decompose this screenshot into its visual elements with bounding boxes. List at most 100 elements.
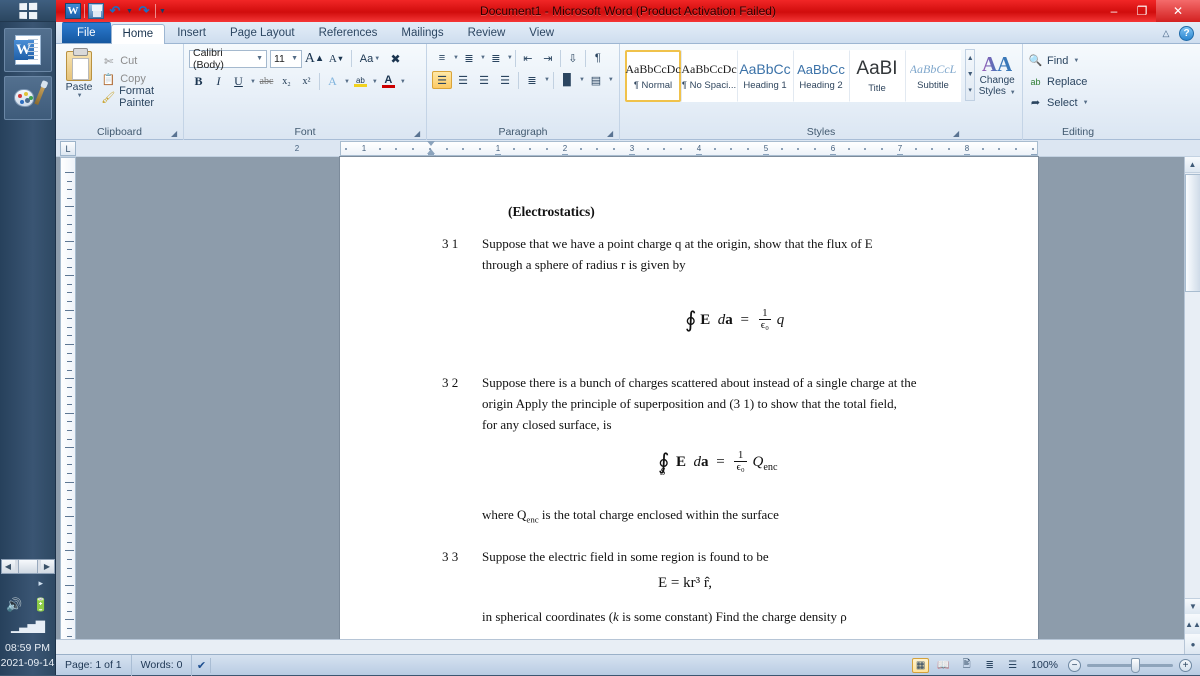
chevron-down-icon[interactable]: ▼	[507, 55, 513, 61]
chevron-down-icon[interactable]: ▼	[400, 79, 406, 85]
draft-view-button[interactable]: ☰	[1004, 658, 1021, 673]
chevron-down-icon[interactable]: ▼	[374, 56, 380, 62]
chevron-down-icon[interactable]: ▼	[1073, 58, 1079, 64]
styles-scroll-up-icon[interactable]: ▲	[966, 51, 974, 67]
document-body[interactable]: (Electrostatics) 3 1 Suppose that we hav…	[340, 157, 1038, 654]
scroll-down-icon[interactable]: ▼	[1185, 598, 1200, 614]
numbering-button[interactable]: ≣	[459, 49, 479, 67]
clear-formatting-button[interactable]: ✖	[386, 49, 405, 68]
tab-home[interactable]: Home	[110, 24, 166, 44]
redo-icon[interactable]: ↷	[136, 3, 152, 19]
clipboard-dialog-launcher[interactable]: ◢	[171, 129, 180, 138]
styles-scrollbar[interactable]: ▲ ▼ ▾	[965, 49, 976, 101]
shrink-font-button[interactable]: A ▼	[327, 49, 346, 68]
paste-button[interactable]: Paste ▼	[61, 48, 97, 106]
text-effects-button[interactable]: A	[323, 72, 342, 91]
taskbar-item-word[interactable]: W	[3, 28, 52, 72]
ruler-tab-stop[interactable]	[763, 154, 769, 155]
ruler-tab-stop[interactable]	[495, 154, 501, 155]
close-button[interactable]: ✕	[1156, 0, 1200, 22]
hanging-indent-marker[interactable]	[427, 149, 435, 154]
web-layout-view-button[interactable]: 🖹	[958, 658, 975, 673]
style-subtitle[interactable]: AaBbCcL Subtitle	[905, 50, 961, 102]
styles-scroll-down-icon[interactable]: ▼	[966, 67, 974, 83]
strikethrough-button[interactable]: abc	[257, 72, 276, 91]
taskbar-item-paint[interactable]	[3, 76, 52, 120]
chevron-down-icon[interactable]: ▼	[1083, 100, 1089, 106]
full-screen-reading-view-button[interactable]: 📖	[935, 658, 952, 673]
chevron-down-icon[interactable]: ▼	[256, 55, 266, 62]
highlight-button[interactable]: ab	[351, 72, 370, 91]
chevron-down-icon[interactable]: ▼	[291, 55, 301, 62]
zoom-out-button[interactable]: −	[1068, 658, 1081, 672]
word-app-icon[interactable]: W	[65, 3, 81, 19]
ruler-tab-stop[interactable]	[629, 154, 635, 155]
subscript-button[interactable]: x₂	[277, 72, 296, 91]
indent-markers[interactable]	[427, 141, 436, 158]
change-styles-button[interactable]: AA Change Styles ▼	[977, 49, 1017, 99]
align-left-button[interactable]: ☰	[432, 71, 452, 89]
ruler-tab-stop[interactable]	[562, 154, 568, 155]
help-icon[interactable]: ?	[1179, 26, 1194, 41]
chevron-down-icon[interactable]: ▼	[344, 79, 350, 85]
zoom-slider-thumb[interactable]	[1131, 657, 1140, 673]
bullets-button[interactable]: ≡	[432, 49, 452, 67]
font-name-combobox[interactable]: Calibri (Body) ▼	[189, 47, 267, 71]
scroll-thumb[interactable]	[1185, 174, 1200, 292]
scroll-left-icon[interactable]: ◀	[1, 560, 15, 573]
print-layout-view-button[interactable]: ▦	[912, 657, 930, 673]
select-browse-object-icon[interactable]: ●	[1185, 634, 1200, 654]
tab-page-layout[interactable]: Page Layout	[218, 23, 307, 43]
decrease-indent-button[interactable]: ⇤	[518, 49, 538, 67]
borders-button[interactable]: ▤	[586, 71, 606, 89]
customize-qat-icon[interactable]: ▼	[159, 8, 166, 15]
vertical-ruler[interactable]	[60, 157, 76, 654]
minimize-button[interactable]: –	[1100, 0, 1128, 22]
zoom-in-button[interactable]: +	[1179, 658, 1192, 672]
superscript-button[interactable]: x²	[297, 72, 316, 91]
style-no-spacing[interactable]: AaBbCcDc ¶ No Spaci...	[681, 50, 737, 102]
signal-icon[interactable]: ▁▃▅▇	[11, 619, 45, 633]
previous-page-icon[interactable]: ▲▲	[1185, 614, 1200, 634]
minimize-ribbon-icon[interactable]: △	[1159, 27, 1173, 41]
show-hidden-icons-button[interactable]: ▸	[38, 578, 43, 589]
zoom-level[interactable]: 100%	[1027, 659, 1062, 671]
shading-button[interactable]: █	[557, 71, 577, 89]
font-size-combobox[interactable]: 11 ▼	[270, 49, 302, 68]
first-line-indent-marker[interactable]	[427, 141, 435, 146]
chevron-down-icon[interactable]: ▼	[608, 77, 614, 83]
chevron-down-icon[interactable]: ▼	[579, 77, 585, 83]
bold-button[interactable]: B	[189, 72, 208, 91]
font-dialog-launcher[interactable]: ◢	[414, 129, 423, 138]
scroll-thumb[interactable]	[17, 560, 38, 573]
align-right-button[interactable]: ☰	[474, 71, 494, 89]
tab-review[interactable]: Review	[456, 23, 518, 43]
outline-view-button[interactable]: ≣	[981, 658, 998, 673]
style-title[interactable]: AaBІ Title	[849, 50, 905, 102]
tab-mailings[interactable]: Mailings	[389, 23, 455, 43]
page-indicator[interactable]: Page: 1 of 1	[56, 654, 132, 676]
document-horizontal-scrollbar[interactable]	[56, 639, 1184, 654]
scroll-right-icon[interactable]: ▶	[40, 560, 54, 573]
align-center-button[interactable]: ☰	[453, 71, 473, 89]
justify-button[interactable]: ☰	[495, 71, 515, 89]
start-button[interactable]	[0, 0, 56, 22]
format-painter-button[interactable]: 🖌 Format Painter	[99, 85, 178, 109]
browse-object-buttons[interactable]: ▲▲ ●	[1185, 614, 1200, 654]
show-formatting-marks-button[interactable]: ¶	[588, 49, 608, 67]
zoom-slider[interactable]	[1087, 657, 1173, 673]
ruler-tab-stop[interactable]	[830, 154, 836, 155]
chevron-down-icon[interactable]: ▼	[544, 77, 550, 83]
replace-button[interactable]: ab Replace	[1028, 72, 1128, 91]
line-spacing-button[interactable]: ≣	[522, 71, 542, 89]
undo-dropdown-icon[interactable]: ▼	[126, 8, 133, 15]
underline-dropdown-icon[interactable]: ▼	[250, 79, 256, 85]
increase-indent-button[interactable]: ⇥	[538, 49, 558, 67]
ruler-tab-stop[interactable]	[696, 154, 702, 155]
sort-button[interactable]: ⇩	[563, 49, 583, 67]
document-vertical-scrollbar[interactable]: ▲ ▼ ▲▲ ●	[1184, 157, 1200, 654]
style-heading-2[interactable]: AaBbCc Heading 2	[793, 50, 849, 102]
tab-selector-button[interactable]: L	[60, 141, 76, 156]
styles-dialog-launcher[interactable]: ◢	[953, 129, 962, 138]
tab-view[interactable]: View	[517, 23, 566, 43]
